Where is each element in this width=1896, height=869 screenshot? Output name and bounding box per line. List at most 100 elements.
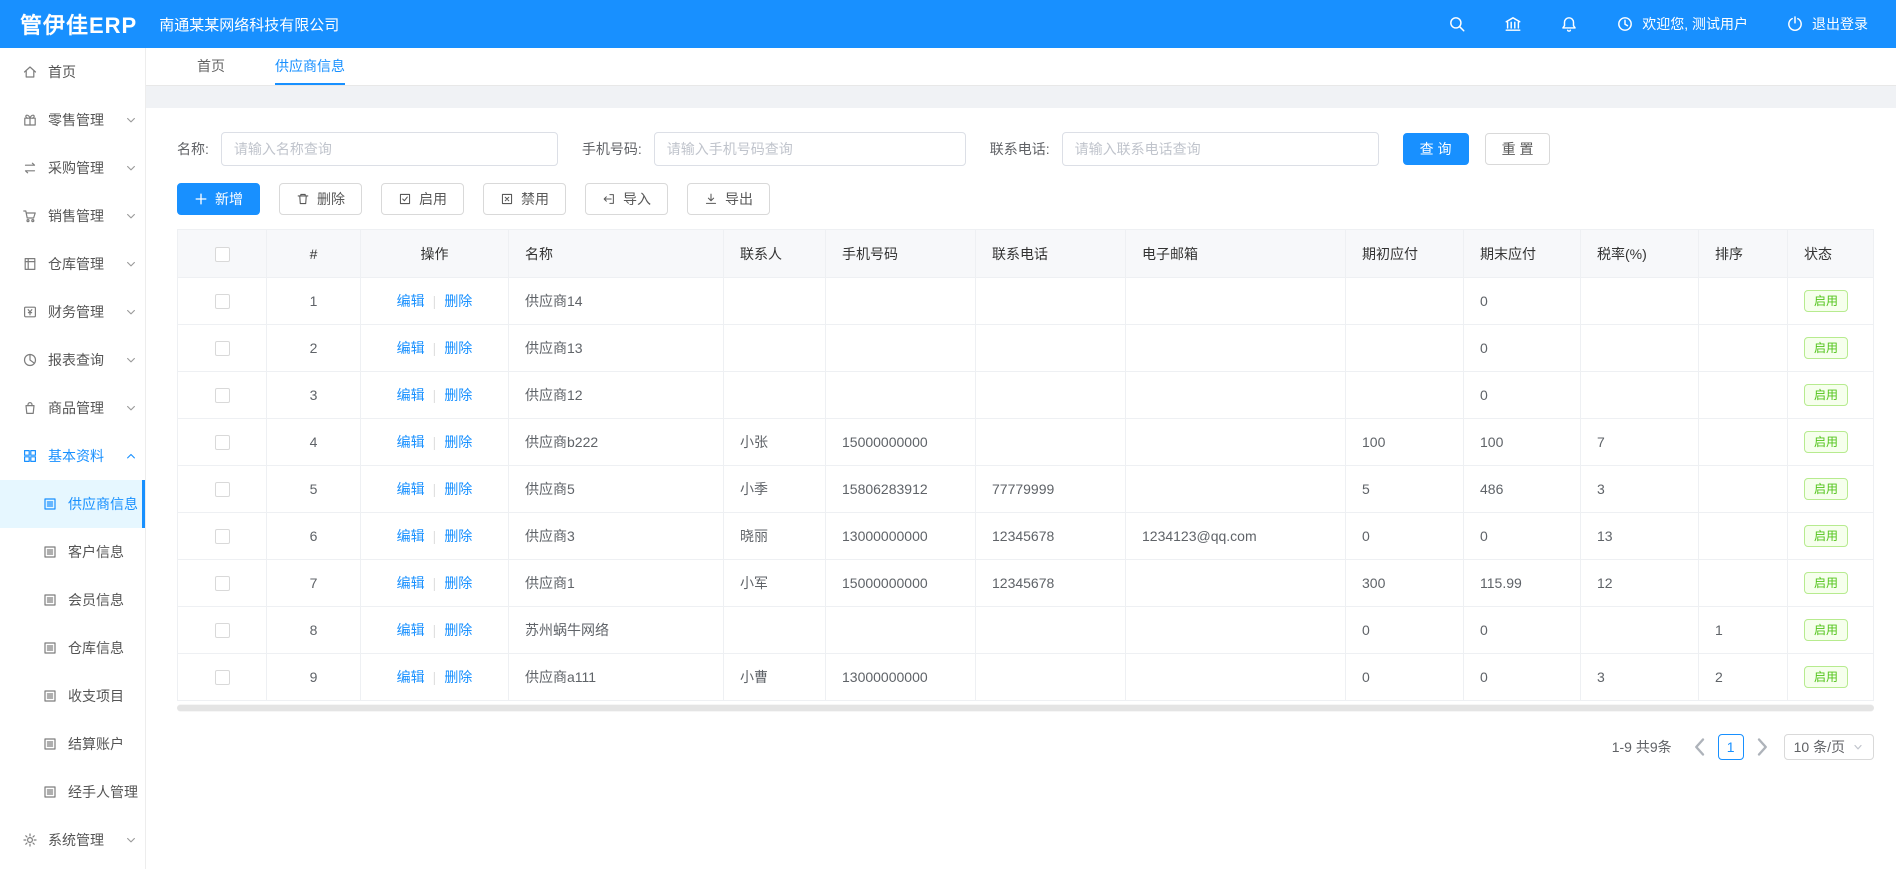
logout-text: 退出登录 — [1812, 14, 1868, 34]
sidebar-item-6[interactable]: 财务管理 — [0, 288, 145, 336]
mobile-input[interactable] — [654, 132, 966, 166]
cell-status: 启用 — [1788, 513, 1874, 560]
edit-link[interactable]: 编辑 — [397, 622, 425, 638]
cell-tel: 12345678 — [976, 513, 1126, 560]
topbar-actions: 欢迎您, 测试用户 退出登录 — [1410, 14, 1896, 34]
sidebar-item-7[interactable]: 报表查询 — [0, 336, 145, 384]
tel-input[interactable] — [1062, 132, 1379, 166]
link-divider: | — [433, 340, 437, 356]
edit-link[interactable]: 编辑 — [397, 669, 425, 685]
edit-link[interactable]: 编辑 — [397, 387, 425, 403]
cell-sort — [1699, 325, 1788, 372]
row-checkbox[interactable] — [215, 576, 230, 591]
query-button[interactable]: 查 询 — [1403, 133, 1469, 165]
horizontal-scrollbar[interactable] — [177, 704, 1874, 712]
row-checkbox[interactable] — [215, 388, 230, 403]
delete-link[interactable]: 删除 — [444, 387, 472, 403]
cell-email: 1234123@qq.com — [1126, 513, 1346, 560]
page-number[interactable]: 1 — [1718, 734, 1744, 760]
doc-icon — [42, 496, 58, 512]
sidebar-subitem[interactable]: 经手人管理 — [0, 768, 145, 816]
cell-status: 启用 — [1788, 372, 1874, 419]
delete-link[interactable]: 删除 — [444, 669, 472, 685]
sidebar-subitem-label: 客户信息 — [68, 542, 141, 562]
link-divider: | — [433, 575, 437, 591]
sidebar-item-4[interactable]: 销售管理 — [0, 192, 145, 240]
disable-button[interactable]: 禁用 — [483, 183, 566, 215]
cell-opening: 0 — [1346, 607, 1464, 654]
cell-email — [1126, 419, 1346, 466]
row-checkbox[interactable] — [215, 341, 230, 356]
sidebar-subitem[interactable]: 收支项目 — [0, 672, 145, 720]
reset-button[interactable]: 重 置 — [1485, 133, 1551, 165]
chevron-right-icon[interactable] — [1750, 734, 1774, 760]
delete-link[interactable]: 删除 — [444, 575, 472, 591]
edit-link[interactable]: 编辑 — [397, 434, 425, 450]
cell-email — [1126, 325, 1346, 372]
cell-index: 4 — [267, 419, 361, 466]
sidebar-subitem[interactable]: 供应商信息 — [0, 480, 145, 528]
scrollbar-thumb[interactable] — [177, 705, 1874, 711]
sidebar-subitem[interactable]: 仓库信息 — [0, 624, 145, 672]
page-size-select[interactable]: 10 条/页 — [1784, 734, 1874, 760]
bank-icon[interactable] — [1504, 15, 1522, 33]
add-button[interactable]: 新增 — [177, 183, 260, 215]
edit-link[interactable]: 编辑 — [397, 528, 425, 544]
delete-link[interactable]: 删除 — [444, 293, 472, 309]
row-checkbox[interactable] — [215, 482, 230, 497]
edit-link[interactable]: 编辑 — [397, 340, 425, 356]
chevron-down-icon — [125, 162, 137, 174]
tab-bar: 首页 供应商信息 — [146, 48, 1896, 86]
sidebar-item-8[interactable]: 商品管理 — [0, 384, 145, 432]
delete-link[interactable]: 删除 — [444, 481, 472, 497]
sidebar-item-9[interactable]: 基本资料 — [0, 432, 145, 480]
delete-button[interactable]: 删除 — [279, 183, 362, 215]
name-input[interactable] — [221, 132, 558, 166]
delete-link[interactable]: 删除 — [444, 434, 472, 450]
row-checkbox[interactable] — [215, 623, 230, 638]
edit-link[interactable]: 编辑 — [397, 293, 425, 309]
import-button[interactable]: 导入 — [585, 183, 668, 215]
link-divider: | — [433, 481, 437, 497]
sidebar-subitem[interactable]: 会员信息 — [0, 576, 145, 624]
chevron-down-icon — [125, 834, 137, 846]
welcome-text: 欢迎您, 测试用户 — [1642, 14, 1748, 34]
table-row: 3编辑|删除供应商120启用 — [178, 372, 1874, 419]
enable-button[interactable]: 启用 — [381, 183, 464, 215]
sidebar-item-2[interactable]: 零售管理 — [0, 96, 145, 144]
delete-link[interactable]: 删除 — [444, 622, 472, 638]
tab[interactable]: 供应商信息 — [275, 48, 345, 85]
sidebar-subitem[interactable]: 客户信息 — [0, 528, 145, 576]
logout-button[interactable]: 退出登录 — [1786, 14, 1868, 34]
cell-actions: 编辑 | 删除 — [361, 466, 509, 513]
welcome-user[interactable]: 欢迎您, 测试用户 — [1616, 14, 1748, 34]
tab[interactable]: 首页 — [197, 48, 225, 85]
delete-link[interactable]: 删除 — [444, 528, 472, 544]
row-checkbox[interactable] — [215, 670, 230, 685]
row-checkbox[interactable] — [215, 435, 230, 450]
edit-link[interactable]: 编辑 — [397, 575, 425, 591]
row-checkbox[interactable] — [215, 294, 230, 309]
select-all-checkbox[interactable] — [215, 247, 230, 262]
bell-icon[interactable] — [1560, 15, 1578, 33]
search-icon[interactable] — [1448, 15, 1466, 33]
sidebar-item-3[interactable]: 采购管理 — [0, 144, 145, 192]
cell-name: 供应商b222 — [509, 419, 724, 466]
cell-tax — [1581, 278, 1699, 325]
edit-link[interactable]: 编辑 — [397, 481, 425, 497]
table-row: 6编辑|删除供应商3晓丽13000000000123456781234123@q… — [178, 513, 1874, 560]
cell-contact: 晓丽 — [724, 513, 826, 560]
sidebar-item-10[interactable]: 系统管理 — [0, 816, 145, 864]
sidebar-item-1[interactable]: 首页 — [0, 48, 145, 96]
sidebar-item-5[interactable]: 仓库管理 — [0, 240, 145, 288]
export-button[interactable]: 导出 — [687, 183, 770, 215]
caret-down-icon — [1852, 741, 1864, 753]
chevron-left-icon[interactable] — [1688, 734, 1712, 760]
sidebar-subitem[interactable]: 结算账户 — [0, 720, 145, 768]
row-checkbox[interactable] — [215, 529, 230, 544]
link-divider: | — [433, 387, 437, 403]
cell-tax: 13 — [1581, 513, 1699, 560]
gift-icon — [22, 112, 38, 128]
delete-link[interactable]: 删除 — [444, 340, 472, 356]
cell-actions: 编辑|删除 — [361, 513, 509, 560]
